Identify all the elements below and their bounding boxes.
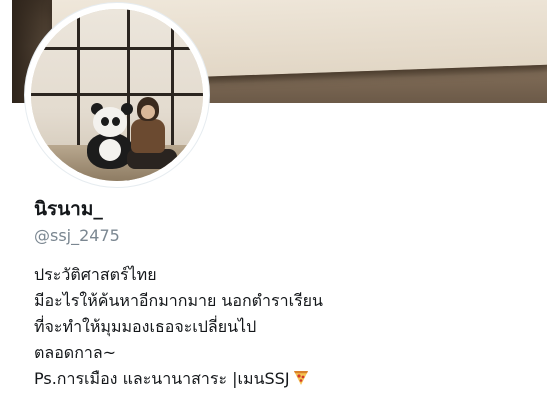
bio-line-text: Ps.การเมือง และนานาสาระ |เมนSSJ bbox=[34, 369, 290, 388]
profile-handle: @ssj_2475 bbox=[34, 226, 120, 245]
profile-bio: ประวัติศาสตร์ไทย มีอะไรให้ค้นหาอีกมากมาย… bbox=[34, 262, 534, 394]
avatar-person bbox=[127, 97, 179, 173]
bio-line-last: Ps.การเมือง และนานาสาระ |เมนSSJ bbox=[34, 366, 534, 394]
avatar[interactable] bbox=[31, 9, 203, 181]
bio-line: ประวัติศาสตร์ไทย bbox=[34, 265, 157, 284]
bio-line: ที่จะทำให้มุมมองเธอจะเปลี่ยนไป bbox=[34, 317, 257, 336]
bio-line: มีอะไรให้ค้นหาอีกมากมาย นอกตำราเรียน bbox=[34, 291, 323, 310]
bio-line: ตลอดกาล~ bbox=[34, 343, 117, 362]
pizza-icon bbox=[292, 368, 310, 394]
profile-display-name: นิรนาม_ bbox=[34, 198, 103, 220]
